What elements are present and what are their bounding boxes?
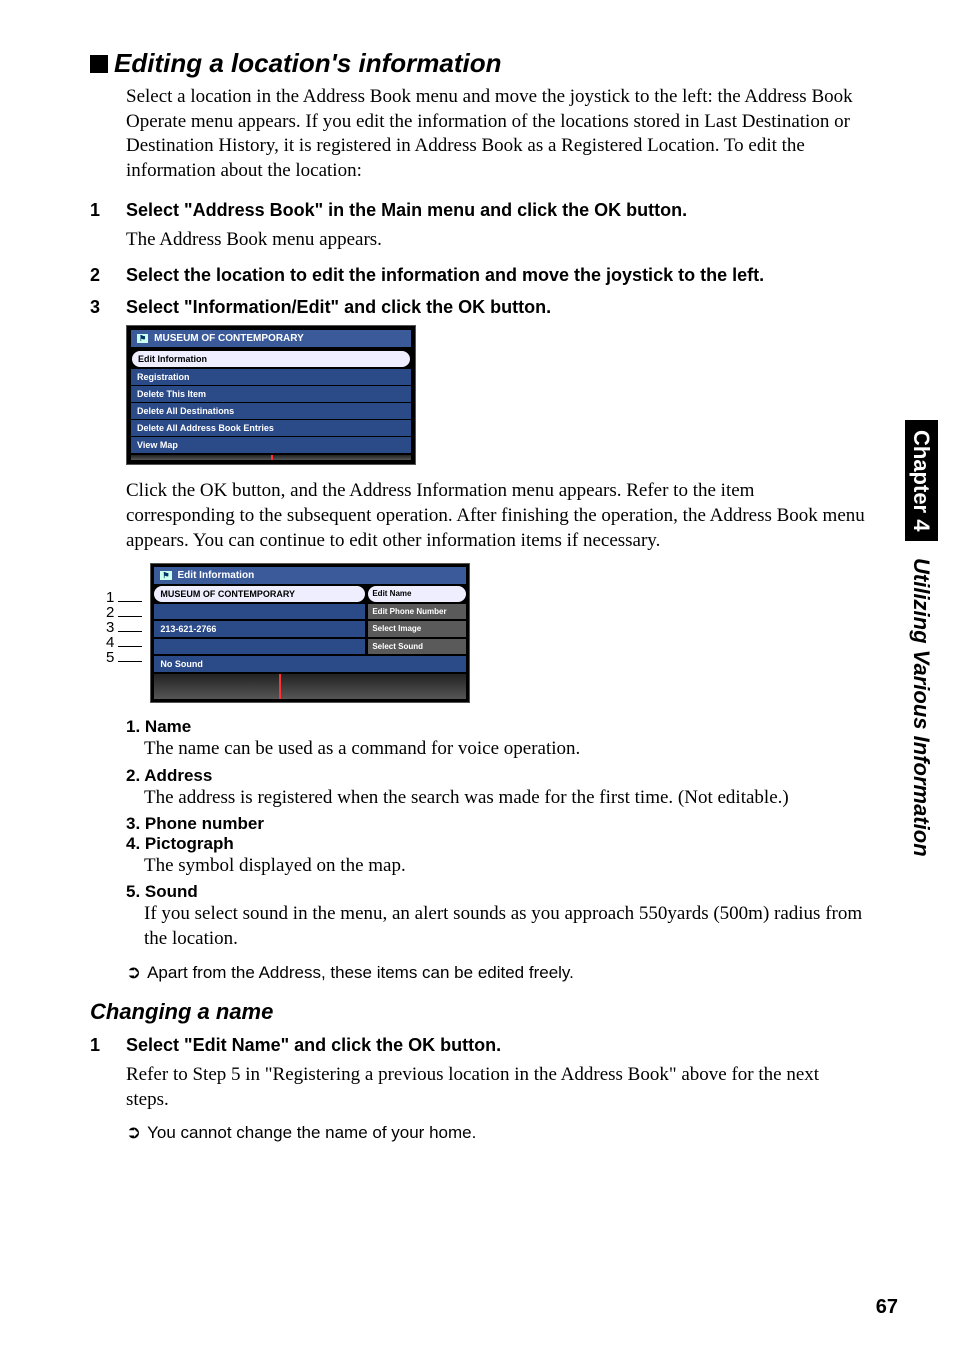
callout: 1 bbox=[106, 591, 114, 605]
step-3: 3 Select "Information/Edit" and click th… bbox=[90, 295, 882, 319]
menu-item: Delete This Item bbox=[131, 385, 411, 402]
btn-edit-phone: Edit Phone Number bbox=[368, 604, 466, 619]
menu-item: Registration bbox=[131, 368, 411, 385]
info-row-address bbox=[154, 604, 365, 619]
def-desc: The address is registered when the searc… bbox=[144, 786, 864, 810]
note-2: ➲ You cannot change the name of your hom… bbox=[126, 1123, 882, 1143]
step-title: Select "Address Book" in the Main menu a… bbox=[126, 198, 882, 222]
callout: 2 bbox=[106, 606, 114, 620]
section-heading: Editing a location's information bbox=[90, 48, 882, 79]
screenshot-edit-information: 1 2 3 4 5 ⚑ Edit Information MUSEUM OF CO… bbox=[106, 563, 882, 703]
callout: 3 bbox=[106, 621, 114, 635]
menu-item: Edit Information bbox=[131, 350, 411, 368]
step-1: 1 Select "Address Book" in the Main menu… bbox=[90, 198, 882, 222]
section-heading-text: Editing a location's information bbox=[114, 48, 502, 79]
def-num: 4. bbox=[126, 834, 140, 853]
screenshot-title: MUSEUM OF CONTEMPORARY bbox=[154, 333, 304, 344]
map-background bbox=[154, 674, 466, 699]
screenshot-title: Edit Information bbox=[178, 570, 255, 581]
def-term: Phone number bbox=[145, 814, 264, 833]
callout-numbers: 1 2 3 4 5 bbox=[106, 563, 142, 665]
step-2: 2 Select the location to edit the inform… bbox=[90, 263, 882, 287]
page-number: 67 bbox=[876, 1296, 898, 1319]
def-num: 1. bbox=[126, 717, 140, 736]
menu-item: Delete All Address Book Entries bbox=[131, 419, 411, 436]
chapter-number: Chapter 4 bbox=[905, 420, 938, 541]
step-1-body: The Address Book menu appears. bbox=[126, 228, 866, 253]
intro-paragraph: Select a location in the Address Book me… bbox=[126, 85, 866, 184]
def-num: 5. bbox=[126, 882, 140, 901]
chapter-side-tab: Chapter 4 Utilizing Various Information bbox=[908, 420, 934, 866]
btn-edit-name: Edit Name bbox=[368, 586, 466, 602]
note-arrow-icon: ➲ bbox=[126, 963, 141, 981]
chapter-title: Utilizing Various Information bbox=[905, 548, 938, 867]
changing-name-step-1-body: Refer to Step 5 in "Registering a previo… bbox=[126, 1063, 866, 1112]
flag-icon: ⚑ bbox=[160, 571, 171, 580]
note-1: ➲ Apart from the Address, these items ca… bbox=[126, 963, 882, 983]
info-row-phone: 213-621-2766 bbox=[154, 621, 365, 637]
def-term: Pictograph bbox=[145, 834, 234, 853]
step-number: 1 bbox=[90, 198, 126, 222]
def-num: 3. bbox=[126, 814, 140, 833]
menu-item: View Map bbox=[131, 436, 411, 453]
paragraph-after-shot-a: Click the OK button, and the Address Inf… bbox=[126, 479, 866, 553]
step-title: Select "Edit Name" and click the OK butt… bbox=[126, 1033, 882, 1057]
def-desc: The name can be used as a command for vo… bbox=[144, 737, 864, 761]
screenshot-operate-menu: ⚑ MUSEUM OF CONTEMPORARY Edit Information… bbox=[126, 325, 882, 465]
def-desc: The symbol displayed on the map. bbox=[144, 854, 864, 878]
step-number: 1 bbox=[90, 1033, 126, 1057]
changing-name-step-1: 1 Select "Edit Name" and click the OK bu… bbox=[90, 1033, 882, 1057]
subsection-heading: Changing a name bbox=[90, 999, 882, 1025]
step-number: 2 bbox=[90, 263, 126, 287]
def-term: Address bbox=[144, 766, 212, 785]
step-number: 3 bbox=[90, 295, 126, 319]
note-text: Apart from the Address, these items can … bbox=[147, 963, 574, 983]
flag-icon: ⚑ bbox=[137, 334, 148, 343]
info-row-name: MUSEUM OF CONTEMPORARY bbox=[154, 586, 365, 602]
callout: 5 bbox=[106, 651, 114, 665]
square-bullet-icon bbox=[90, 55, 108, 73]
map-background bbox=[131, 455, 411, 460]
callout: 4 bbox=[106, 636, 114, 650]
step-title: Select the location to edit the informat… bbox=[126, 263, 882, 287]
definition-list: 1. Name The name can be used as a comman… bbox=[126, 717, 882, 951]
info-row-picto bbox=[154, 639, 365, 654]
info-row-sound: No Sound bbox=[154, 656, 466, 672]
note-text: You cannot change the name of your home. bbox=[147, 1123, 476, 1143]
def-num: 2. bbox=[126, 766, 140, 785]
btn-select-image: Select Image bbox=[368, 621, 466, 637]
def-term: Sound bbox=[145, 882, 198, 901]
def-desc: If you select sound in the menu, an aler… bbox=[144, 902, 864, 951]
menu-item: Delete All Destinations bbox=[131, 402, 411, 419]
note-arrow-icon: ➲ bbox=[126, 1123, 141, 1141]
btn-select-sound: Select Sound bbox=[368, 639, 466, 654]
def-term: Name bbox=[145, 717, 191, 736]
step-title: Select "Information/Edit" and click the … bbox=[126, 295, 882, 319]
